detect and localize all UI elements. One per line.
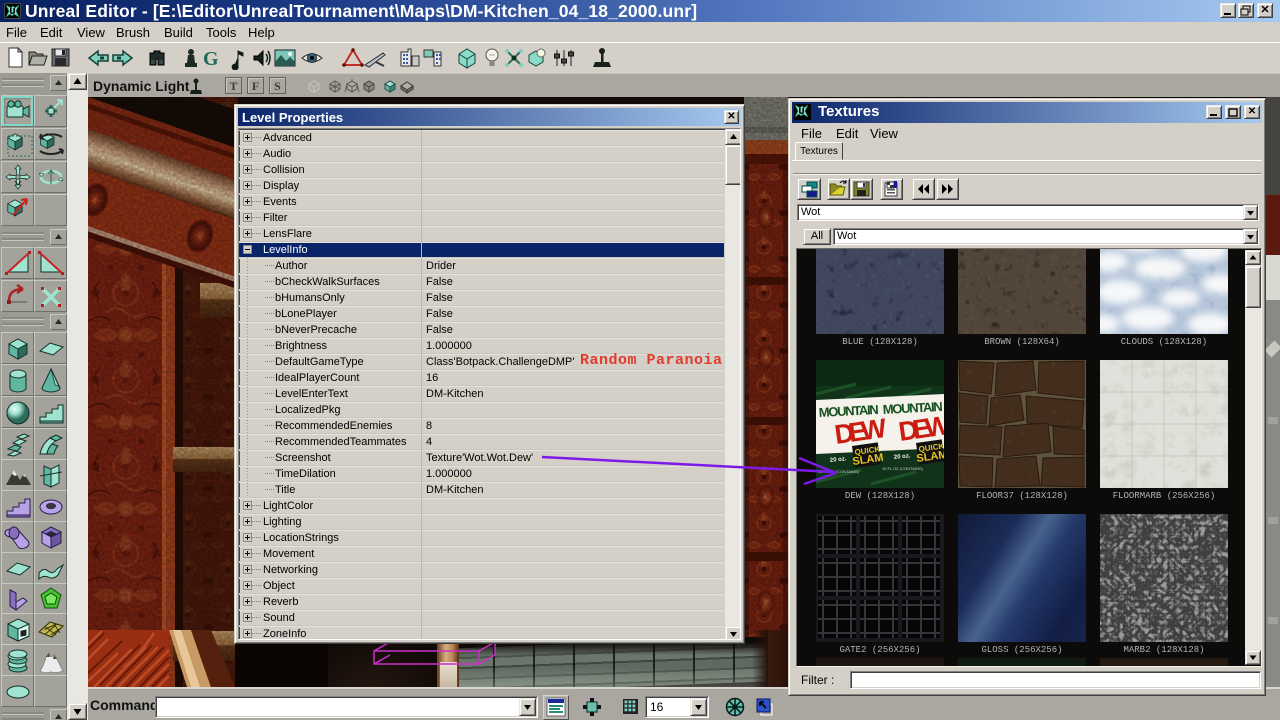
svg-text:10 FL OZ (CONTAINS): 10 FL OZ (CONTAINS) [882,466,924,471]
svg-text:G: G [203,48,219,70]
svg-text:10 FL OZ (CONTAINS): 10 FL OZ (CONTAINS) [818,469,860,474]
